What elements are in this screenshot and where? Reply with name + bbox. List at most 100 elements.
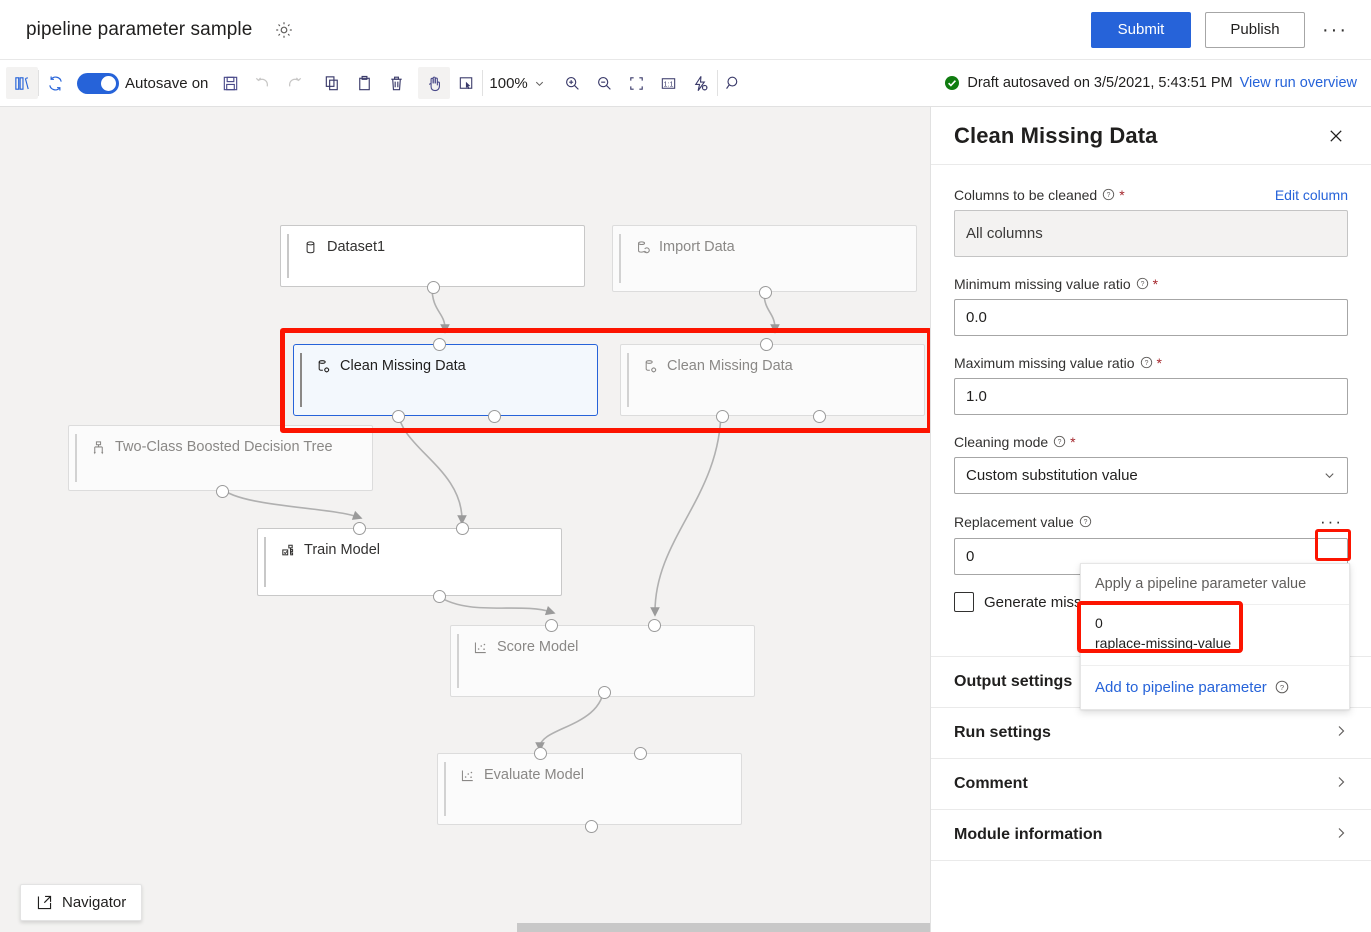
node-output-port-1[interactable] [716, 410, 729, 423]
dropdown-item-parameter[interactable]: 0 raplace-missing-value [1081, 605, 1349, 666]
close-icon[interactable] [1321, 121, 1351, 151]
node-two-class-boosted-decision-tree[interactable]: Two-Class Boosted Decision Tree [68, 425, 373, 491]
node-output-port[interactable] [216, 485, 229, 498]
help-icon[interactable]: ? [1079, 515, 1092, 528]
node-input-port[interactable] [433, 338, 446, 351]
minimum-missing-value-ratio-input[interactable]: 0.0 [954, 299, 1348, 336]
redo-icon[interactable] [278, 67, 310, 99]
search-icon[interactable] [718, 67, 750, 99]
view-run-overview-link[interactable]: View run overview [1240, 75, 1357, 91]
help-icon[interactable]: ? [1136, 277, 1149, 290]
select-cursor-icon[interactable] [450, 67, 482, 99]
zoom-in-icon[interactable] [557, 67, 589, 99]
columns-value[interactable]: All columns [954, 210, 1348, 257]
database-icon [303, 240, 318, 255]
section-run-settings[interactable]: Run settings [931, 707, 1371, 758]
gear-icon[interactable] [270, 16, 298, 44]
node-input-port-2[interactable] [456, 522, 469, 535]
node-header: Two-Class Boosted Decision Tree [69, 426, 372, 455]
svg-text:?: ? [1107, 192, 1111, 199]
pan-hand-icon[interactable] [418, 67, 450, 99]
node-accent [300, 353, 302, 407]
svg-text:?: ? [1280, 683, 1284, 692]
node-output-port[interactable] [433, 590, 446, 603]
node-header: Dataset1 [281, 226, 584, 255]
node-input-port-2[interactable] [648, 619, 661, 632]
pipeline-parameter-dropdown[interactable]: Apply a pipeline parameter value 0 rapla… [1080, 563, 1350, 710]
node-train-model[interactable]: Train Model [257, 528, 562, 596]
node-accent [287, 234, 289, 278]
generate-missing-indicator-checkbox[interactable] [954, 592, 974, 612]
node-header: Train Model [258, 529, 561, 558]
paste-icon[interactable] [348, 67, 380, 99]
help-icon[interactable]: ? [1140, 356, 1153, 369]
zoom-level-dropdown[interactable]: 100% [483, 75, 550, 92]
field-label: Maximum missing value ratio [954, 355, 1135, 371]
title-bar: pipeline parameter sample Submit Publish… [0, 0, 1371, 60]
delete-icon[interactable] [380, 67, 412, 99]
node-output-port-1[interactable] [392, 410, 405, 423]
fit-to-screen-icon[interactable] [621, 67, 653, 99]
node-input-port[interactable] [760, 338, 773, 351]
undo-icon[interactable] [246, 67, 278, 99]
edit-column-link[interactable]: Edit column [1275, 187, 1348, 203]
lightning-settings-icon[interactable] [685, 67, 717, 99]
node-clean-missing-data-2[interactable]: Clean Missing Data [620, 344, 925, 416]
maximum-missing-value-ratio-input[interactable]: 1.0 [954, 378, 1348, 415]
navigator-button[interactable]: Navigator [20, 884, 142, 921]
publish-button[interactable]: Publish [1205, 12, 1305, 48]
pipeline-canvas[interactable]: Dataset1 Import Data [0, 107, 930, 932]
node-output-port[interactable] [585, 820, 598, 833]
node-input-port-1[interactable] [534, 747, 547, 760]
node-output-port-2[interactable] [813, 410, 826, 423]
dropdown-item-name: raplace-missing-value [1095, 633, 1335, 653]
node-output-port[interactable] [427, 281, 440, 294]
evaluate-model-icon [460, 768, 475, 783]
node-score-model[interactable]: Score Model [450, 625, 755, 697]
node-import-data[interactable]: Import Data [612, 225, 917, 292]
module-properties-panel: Clean Missing Data Columns to be cleaned… [930, 107, 1371, 932]
section-title: Comment [954, 775, 1028, 793]
field-cleaning-mode: Cleaning mode ? * Custom substitution va… [954, 432, 1348, 494]
help-icon[interactable]: ? [1102, 188, 1115, 201]
node-label: Dataset1 [327, 239, 385, 255]
field-label-row: Maximum missing value ratio ? * [954, 353, 1348, 372]
section-comment[interactable]: Comment [931, 758, 1371, 809]
autosave-status: Draft autosaved on 3/5/2021, 5:43:51 PM … [944, 75, 1357, 91]
help-icon[interactable]: ? [1275, 680, 1289, 694]
import-data-icon [635, 240, 650, 255]
cleaning-mode-select[interactable]: Custom substitution value [954, 457, 1348, 494]
more-options-icon[interactable]: ··· [1319, 14, 1351, 46]
field-label: Cleaning mode [954, 434, 1048, 450]
copy-icon[interactable] [316, 67, 348, 99]
node-input-port-2[interactable] [634, 747, 647, 760]
node-evaluate-model[interactable]: Evaluate Model [437, 753, 742, 825]
node-output-port[interactable] [759, 286, 772, 299]
panel-title: Clean Missing Data [954, 123, 1158, 149]
success-check-icon [944, 75, 960, 91]
save-icon[interactable] [214, 67, 246, 99]
node-dataset1[interactable]: Dataset1 [280, 225, 585, 287]
refresh-icon[interactable] [39, 67, 71, 99]
section-module-information[interactable]: Module information [931, 809, 1371, 860]
node-input-port-1[interactable] [353, 522, 366, 535]
node-clean-missing-data-selected[interactable]: Clean Missing Data [293, 344, 598, 416]
node-output-port[interactable] [598, 686, 611, 699]
node-output-port-2[interactable] [488, 410, 501, 423]
submit-button[interactable]: Submit [1091, 12, 1191, 48]
help-icon[interactable]: ? [1053, 435, 1066, 448]
score-model-icon [473, 640, 488, 655]
module-library-icon[interactable] [6, 67, 38, 99]
chevron-down-icon [534, 78, 545, 89]
autosave-toggle[interactable] [77, 73, 119, 94]
field-maximum-missing-value-ratio: Maximum missing value ratio ? * 1.0 [954, 353, 1348, 415]
node-label: Clean Missing Data [667, 358, 793, 374]
replacement-value-more-button[interactable]: ··· [1315, 511, 1348, 532]
section-title: Output settings [954, 673, 1072, 691]
actual-size-icon[interactable]: 1:1 [653, 67, 685, 99]
node-input-port-1[interactable] [545, 619, 558, 632]
node-accent [627, 353, 629, 407]
canvas-horizontal-scrollbar[interactable] [517, 923, 930, 932]
add-to-pipeline-parameter-button[interactable]: Add to pipeline parameter ? [1081, 666, 1349, 709]
zoom-out-icon[interactable] [589, 67, 621, 99]
